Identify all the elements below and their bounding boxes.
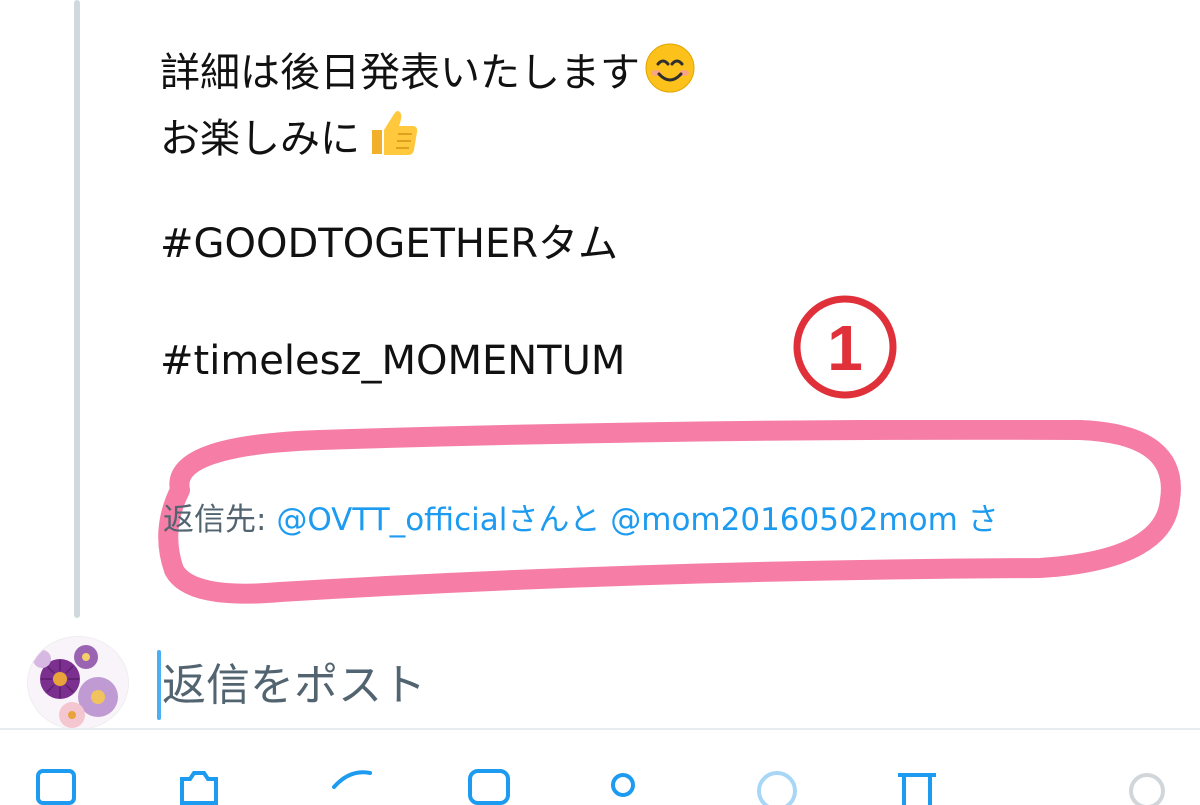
thread-connector-line — [74, 0, 80, 618]
reply-to-joiner: さんと — [507, 502, 611, 538]
hashtag-timelesz-momentum[interactable]: #timelesz_MOMENTUM — [160, 337, 625, 385]
location-icon[interactable] — [600, 765, 646, 805]
reply-to-prefix: 返信先: — [163, 502, 277, 538]
list-icon[interactable] — [466, 765, 512, 805]
mention-ovtt-official[interactable]: @OVTT_official — [276, 502, 507, 538]
svg-text:1: 1 — [827, 312, 863, 384]
hashtag-goodtogether[interactable]: #GOODTOGETHERタム — [160, 220, 618, 268]
image-icon[interactable] — [34, 765, 80, 805]
gif-icon[interactable] — [330, 765, 376, 805]
tweet-line-2-text: お楽しみに — [160, 116, 360, 162]
smiling-face-emoji — [644, 42, 696, 105]
schedule-icon[interactable] — [894, 765, 940, 805]
mention-mom20160502mom[interactable]: @mom20160502mom — [610, 502, 958, 538]
tweet-text-line-1: 詳細は後日発表いたします — [160, 42, 696, 105]
hashtag-timelesz-momentum-text: #timelesz_MOMENTUM — [160, 338, 626, 384]
composer-divider — [0, 728, 1200, 730]
circle-icon[interactable] — [754, 765, 800, 805]
reply-input[interactable] — [162, 652, 1142, 718]
annotation-number-1: 1 — [790, 292, 900, 402]
reply-to-line: 返信先: @OVTT_officialさんと @mom20160502mom さ — [163, 500, 1163, 540]
reply-to-tail: さ — [957, 502, 999, 538]
camera-icon[interactable] — [176, 765, 222, 805]
hashtag-goodtogether-text: #GOODTOGETHERタム — [160, 221, 619, 267]
avatar[interactable] — [27, 636, 129, 730]
tweet-text-line-2: お楽しみに — [160, 104, 420, 171]
thumbs-up-emoji — [364, 104, 420, 171]
text-cursor — [157, 650, 161, 720]
more-icon[interactable] — [1124, 765, 1170, 805]
flower-avatar-image — [28, 637, 128, 729]
tweet-line-1-text: 詳細は後日発表いたします — [160, 50, 640, 96]
